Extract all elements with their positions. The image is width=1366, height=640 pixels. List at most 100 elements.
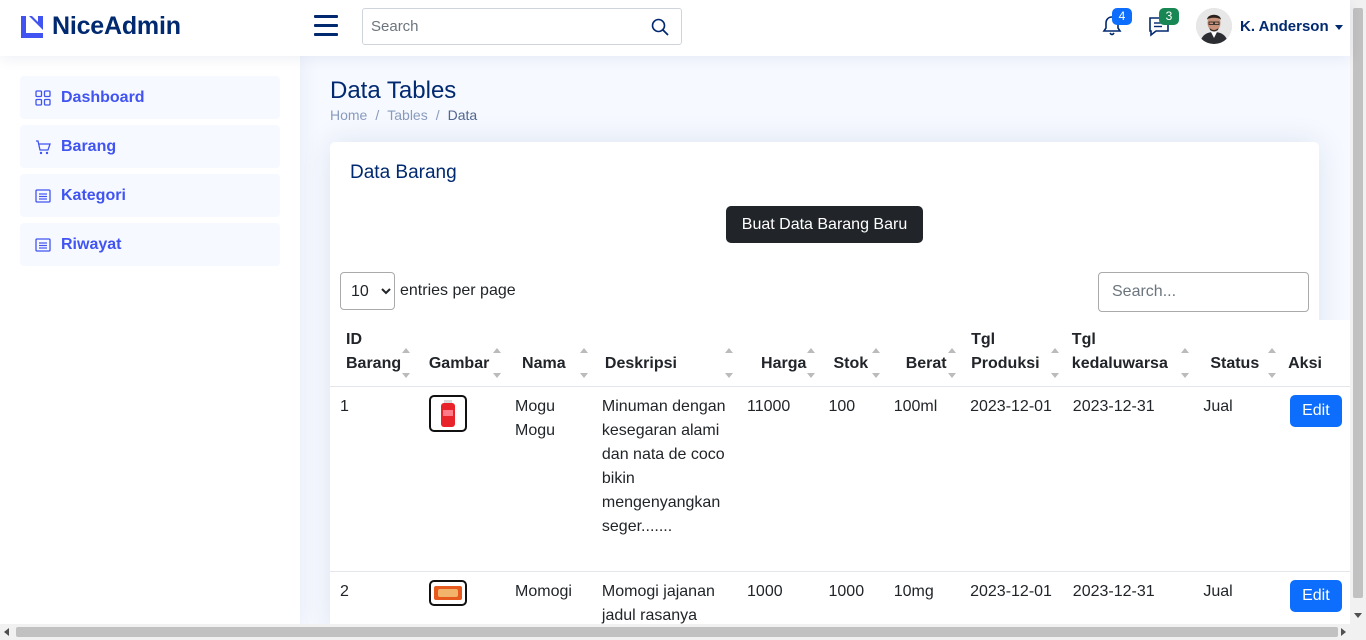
sidebar-item-label: Dashboard bbox=[61, 88, 145, 106]
data-table-wrapper: ID Barang Gambar Nama Deskripsi Harga St… bbox=[330, 320, 1350, 624]
user-name: K. Anderson bbox=[1240, 18, 1329, 35]
list-icon bbox=[35, 237, 51, 252]
drink-can-image bbox=[440, 399, 455, 427]
col-gambar[interactable]: Gambar bbox=[413, 320, 506, 387]
cell-stok: 100 bbox=[818, 386, 884, 572]
breadcrumb: Home / Tables / Data bbox=[330, 107, 477, 123]
sort-icon bbox=[579, 348, 588, 378]
card-title: Data Barang bbox=[350, 162, 457, 183]
col-deskripsi[interactable]: Deskripsi bbox=[591, 320, 738, 387]
cell-id: 1 bbox=[330, 386, 414, 572]
scroll-down-icon[interactable] bbox=[1354, 613, 1362, 618]
cell-aksi: Edit bbox=[1280, 386, 1350, 572]
snack-pack-image bbox=[433, 586, 462, 600]
avatar[interactable] bbox=[1196, 8, 1232, 44]
data-table: ID Barang Gambar Nama Deskripsi Harga St… bbox=[330, 320, 1350, 624]
cell-deskripsi: Minuman dengan kesegaran alami dan nata … bbox=[591, 386, 738, 572]
header-search-input[interactable] bbox=[363, 9, 633, 44]
cell-nama: Mogu Mogu bbox=[505, 386, 592, 572]
breadcrumb-current: Data bbox=[447, 107, 478, 123]
sort-icon bbox=[1050, 348, 1059, 378]
messages-badge: 3 bbox=[1159, 8, 1179, 25]
product-image bbox=[428, 580, 467, 606]
notifications-button[interactable]: 4 bbox=[1100, 8, 1132, 38]
header-search bbox=[362, 8, 682, 45]
product-image bbox=[428, 395, 467, 432]
sort-icon bbox=[1268, 348, 1277, 378]
breadcrumb-tables[interactable]: Tables bbox=[387, 107, 427, 123]
cell-status: Jual bbox=[1193, 571, 1281, 624]
sort-icon bbox=[1181, 348, 1190, 378]
cell-berat: 100ml bbox=[883, 386, 961, 572]
sort-icon bbox=[725, 348, 734, 378]
sidebar-item-label: Riwayat bbox=[61, 235, 122, 253]
logo[interactable]: NiceAdmin bbox=[19, 12, 181, 41]
profile-photo bbox=[1196, 8, 1232, 44]
sidebar-item-kategori[interactable]: Kategori bbox=[20, 174, 280, 217]
cell-id: 2 bbox=[330, 571, 414, 624]
cell-nama: Momogi bbox=[505, 571, 592, 624]
table-row: 1 Mogu Mogu Minuman dengan kesegaran ala… bbox=[330, 386, 1350, 572]
col-tgl-produksi[interactable]: Tgl Produksi bbox=[960, 320, 1063, 387]
cell-deskripsi: Momogi jajanan jadul rasanya bbox=[591, 571, 738, 624]
sidebar-item-riwayat[interactable]: Riwayat bbox=[20, 223, 280, 266]
table-row: 2 Momogi Momogi jajanan jadul rasanya 10… bbox=[330, 571, 1350, 624]
sidebar: Dashboard Barang Kategori Riwayat bbox=[0, 56, 300, 624]
cell-aksi: Edit bbox=[1280, 571, 1350, 624]
col-stok[interactable]: Stok bbox=[818, 320, 884, 387]
vertical-scroll-thumb[interactable] bbox=[1353, 8, 1363, 598]
search-icon[interactable] bbox=[651, 18, 669, 36]
cell-produksi: 2023-12-01 bbox=[960, 386, 1063, 572]
col-status[interactable]: Status bbox=[1193, 320, 1281, 387]
sort-icon bbox=[871, 348, 880, 378]
entries-per-page-select[interactable]: 10 bbox=[340, 272, 395, 310]
sidebar-item-label: Kategori bbox=[61, 186, 126, 204]
create-barang-button[interactable]: Buat Data Barang Baru bbox=[726, 206, 923, 243]
breadcrumb-separator: / bbox=[375, 107, 380, 123]
col-aksi: Aksi bbox=[1280, 320, 1350, 387]
table-header-row: ID Barang Gambar Nama Deskripsi Harga St… bbox=[330, 320, 1350, 387]
sidebar-item-barang[interactable]: Barang bbox=[20, 125, 280, 168]
vertical-scrollbar[interactable] bbox=[1350, 0, 1366, 624]
caret-down-icon bbox=[1334, 24, 1343, 30]
col-harga[interactable]: Harga bbox=[737, 320, 819, 387]
cell-kedaluwarsa: 2023-12-31 bbox=[1062, 571, 1194, 624]
breadcrumb-separator: / bbox=[435, 107, 440, 123]
scroll-right-icon[interactable] bbox=[1341, 628, 1346, 636]
list-icon bbox=[35, 188, 51, 203]
menu-toggle-icon[interactable] bbox=[314, 15, 338, 37]
col-tgl-kedaluwarsa[interactable]: Tgl kedaluwarsa bbox=[1062, 320, 1194, 387]
sidebar-item-label: Barang bbox=[61, 137, 117, 155]
sort-icon bbox=[806, 348, 815, 378]
app-name: NiceAdmin bbox=[52, 12, 181, 40]
sidebar-item-dashboard[interactable]: Dashboard bbox=[20, 76, 280, 119]
col-nama[interactable]: Nama bbox=[505, 320, 592, 387]
cell-produksi: 2023-12-01 bbox=[960, 571, 1063, 624]
cell-gambar bbox=[413, 571, 506, 624]
cell-stok: 1000 bbox=[818, 571, 884, 624]
cell-gambar bbox=[413, 386, 506, 572]
cell-status: Jual bbox=[1193, 386, 1281, 572]
cell-kedaluwarsa: 2023-12-31 bbox=[1062, 386, 1194, 572]
page-title: Data Tables bbox=[330, 77, 457, 104]
grid-icon bbox=[35, 89, 51, 106]
cell-harga: 11000 bbox=[737, 386, 819, 572]
horizontal-scrollbar[interactable] bbox=[0, 624, 1366, 640]
user-menu-toggle[interactable]: K. Anderson bbox=[1240, 18, 1343, 35]
sort-icon bbox=[493, 348, 502, 378]
col-id[interactable]: ID Barang bbox=[330, 320, 414, 387]
cell-harga: 1000 bbox=[737, 571, 819, 624]
notifications-badge: 4 bbox=[1112, 8, 1132, 25]
scroll-left-icon[interactable] bbox=[4, 628, 9, 636]
breadcrumb-home[interactable]: Home bbox=[330, 107, 367, 123]
cart-icon bbox=[36, 139, 51, 154]
entries-per-page-label: entries per page bbox=[400, 282, 516, 299]
messages-button[interactable]: 3 bbox=[1147, 8, 1179, 38]
col-berat[interactable]: Berat bbox=[883, 320, 961, 387]
edit-button[interactable]: Edit bbox=[1290, 580, 1342, 612]
sort-icon bbox=[948, 348, 957, 378]
table-search-input[interactable] bbox=[1098, 272, 1309, 312]
edit-button[interactable]: Edit bbox=[1290, 395, 1342, 427]
entries-per-page: 10 entries per page bbox=[340, 272, 516, 310]
horizontal-scroll-thumb[interactable] bbox=[16, 627, 1338, 637]
